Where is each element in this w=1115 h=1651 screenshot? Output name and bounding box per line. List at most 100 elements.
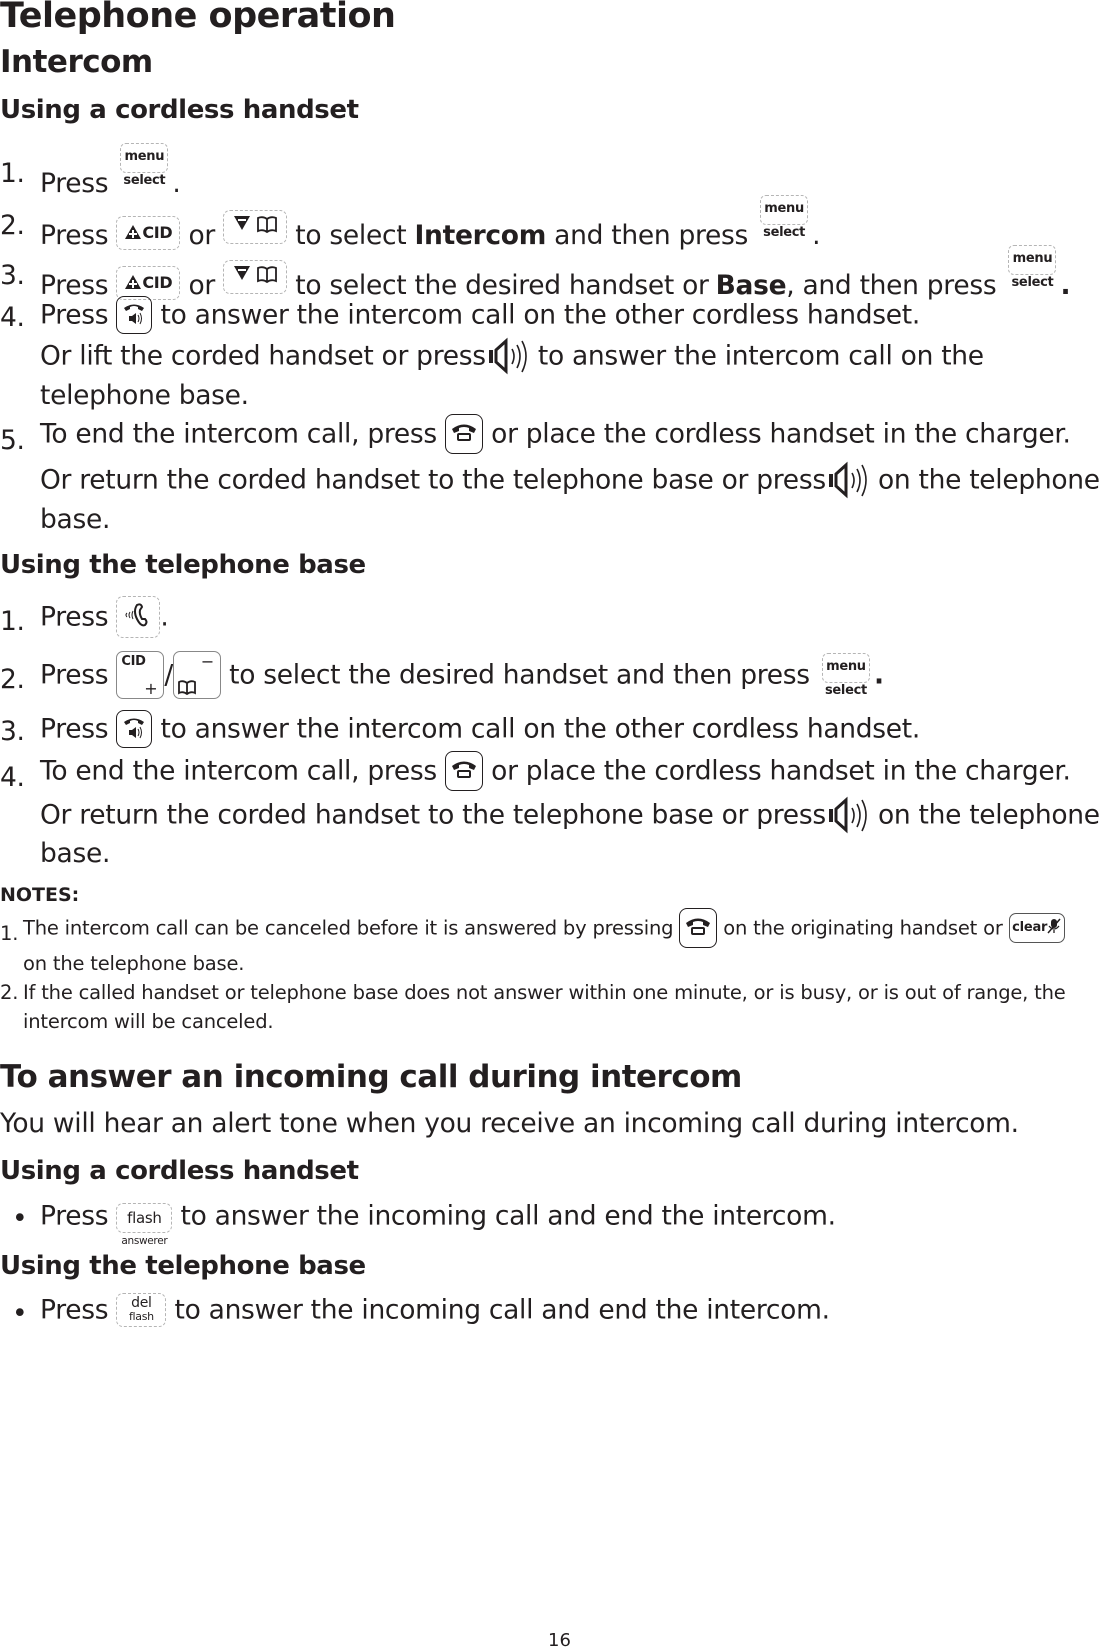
cordless-step-5-line-2: Or return the corded handset to the tele…	[40, 461, 1100, 499]
step-text: To end the intercom call, press	[40, 418, 437, 450]
bullet-icon: •	[12, 1203, 28, 1234]
base-step-4-line-3: base.	[40, 838, 111, 869]
step-text: .	[873, 659, 884, 691]
key-label: answerer	[121, 1235, 168, 1247]
step-text: To end the intercom call, press	[40, 755, 437, 787]
end-off-key-icon	[445, 751, 484, 791]
subsection-base-heading: Using the telephone base	[0, 550, 366, 580]
key-label: CID	[142, 223, 173, 242]
intercom-key-icon	[116, 596, 161, 638]
key-label: CID	[121, 654, 146, 669]
step-number: 2.	[0, 664, 25, 695]
step-text: on the telephone	[877, 799, 1100, 831]
step-text: Press	[40, 167, 109, 199]
bullet-text: Press	[40, 1294, 109, 1326]
step-text: or place the cordless handset in the cha…	[491, 418, 1071, 450]
base-step-2: Press CID + / − to select the desired hands…	[40, 651, 884, 699]
key-label: −	[200, 652, 215, 671]
speaker-icon	[826, 461, 870, 499]
step-text: to select the desired handset and then p…	[229, 659, 810, 691]
step-text: Press	[40, 299, 109, 331]
base-step-4: To end the intercom call, press or place…	[40, 751, 1071, 791]
step-number: 5.	[0, 425, 25, 456]
bullet-text: Press	[40, 1200, 109, 1232]
bullet-text: to answer the incoming call and end the …	[180, 1200, 837, 1232]
key-label: +	[144, 679, 158, 698]
cordless-step-5: To end the intercom call, press or place…	[40, 414, 1071, 454]
incoming-cordless-bullet: Press flash answerer to answer the incomi…	[40, 1193, 837, 1248]
step-text: Or return the corded handset to the tele…	[40, 799, 826, 831]
step-text: or place the cordless handset in the cha…	[491, 755, 1071, 787]
incoming-cordless-heading: Using a cordless handset	[0, 1156, 359, 1186]
key-label: select	[824, 683, 867, 698]
note-1: The intercom call can be canceled before…	[23, 908, 1065, 948]
base-directory-minus-key-icon: −	[173, 651, 222, 699]
clear-mute-key-icon: clear	[1008, 913, 1065, 943]
step-text: /	[164, 659, 174, 691]
end-off-key-icon	[445, 414, 484, 454]
step-number: 2.	[0, 210, 25, 241]
menu-select-key-icon: menu select	[756, 195, 812, 243]
talk-speaker-key-icon	[116, 710, 153, 748]
section-title: Intercom	[0, 44, 153, 80]
step-text: to answer the intercom call on the	[537, 340, 984, 372]
step-number: 1.	[0, 606, 25, 637]
step-text: Press	[40, 601, 109, 633]
step-number: 3.	[0, 260, 25, 291]
incoming-heading: To answer an incoming call during interc…	[0, 1059, 742, 1095]
incoming-base-heading: Using the telephone base	[0, 1251, 366, 1281]
note-number: 1.	[0, 922, 19, 945]
cordless-step-4: Press to answer the intercom call on the…	[40, 296, 920, 334]
step-text: to answer the intercom call on the other…	[160, 299, 921, 331]
directory-down-key-icon	[223, 210, 288, 244]
menu-select-key-icon: menu select	[1004, 245, 1060, 293]
step-number: 1.	[0, 158, 25, 189]
speaker-icon	[826, 796, 870, 834]
base-step-4-line-2: Or return the corded handset to the tele…	[40, 796, 1100, 834]
cordless-step-2: Press CID or to select Intercom and then…	[40, 195, 821, 251]
step-text: Or lift the corded handset or press	[40, 340, 486, 372]
page-number: 16	[548, 1630, 571, 1651]
note-text: The intercom call can be canceled before…	[23, 916, 674, 940]
note-number: 2.	[0, 981, 19, 1004]
key-label: menu	[1008, 245, 1057, 275]
key-label: select	[123, 173, 166, 188]
step-number: 4.	[0, 302, 25, 333]
bullet-text: to answer the incoming call and end the …	[174, 1294, 831, 1326]
key-label: select	[1011, 275, 1054, 290]
talk-speaker-key-icon	[116, 296, 153, 334]
page-title: Telephone operation	[0, 0, 396, 36]
key-label: clear	[1012, 920, 1048, 935]
cordless-step-5-line-3: base.	[40, 504, 111, 535]
step-text: .	[160, 601, 169, 633]
step-text: Press	[40, 659, 109, 691]
step-number: 4.	[0, 762, 25, 793]
menu-select-key-icon: menu select	[116, 143, 172, 191]
cordless-step-4-line-3: telephone base.	[40, 380, 249, 411]
key-label: CID	[142, 273, 173, 292]
subsection-cordless-heading: Using a cordless handset	[0, 95, 359, 125]
step-text: Press	[40, 713, 109, 745]
cordless-step-3: Press CID or to select the desired hands…	[40, 245, 1071, 301]
directory-down-key-icon	[223, 260, 288, 294]
step-text: .	[1060, 269, 1071, 301]
key-label: flash	[116, 1203, 173, 1233]
note-text: on the originating handset or	[723, 916, 1003, 940]
del-flash-key-icon: del flash	[116, 1293, 167, 1327]
base-cid-plus-key-icon: CID +	[116, 651, 165, 699]
step-number: 3.	[0, 716, 25, 747]
step-text: to answer the intercom call on the other…	[160, 713, 921, 745]
cid-up-key-icon: CID	[116, 266, 181, 300]
key-label: menu	[120, 143, 169, 173]
cordless-step-1: Press menu select.	[40, 143, 181, 199]
base-step-1: Press .	[40, 596, 169, 638]
end-off-key-icon	[679, 908, 718, 948]
incoming-intro: You will hear an alert tone when you rec…	[0, 1108, 1019, 1139]
flash-answerer-key-icon: flash answerer	[116, 1203, 173, 1249]
key-label: menu	[821, 653, 870, 683]
key-label: menu	[760, 195, 809, 225]
cordless-step-4-line-2: Or lift the corded handset or press to a…	[40, 337, 984, 375]
step-text: .	[172, 167, 181, 199]
key-label: del	[131, 1295, 152, 1311]
key-label: flash	[128, 1310, 154, 1323]
